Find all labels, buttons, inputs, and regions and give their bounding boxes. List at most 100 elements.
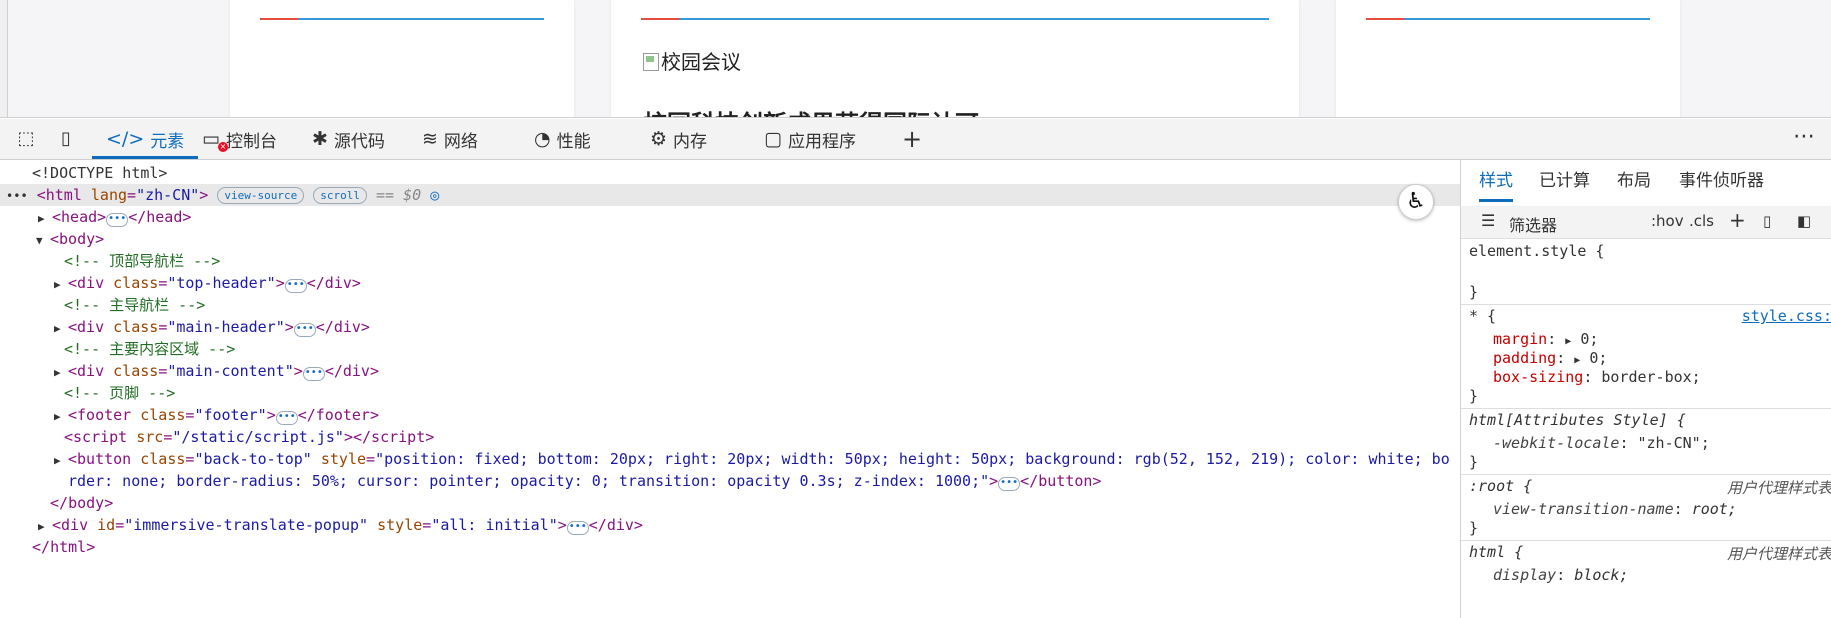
collapse-triangle-icon[interactable]: ▼ [36,230,50,252]
attr-value: "position: fixed; bottom: 20px; right: 2… [375,450,1450,468]
body-node[interactable]: ▼ <body> [36,228,104,250]
tab-network[interactable]: ≋ 网络 [422,119,478,159]
back-to-top-node-cont[interactable]: rder: none; border-radius: 50%; cursor: … [68,470,1101,492]
html-ua-rule[interactable]: html { 用户代理样式表 display: block; [1461,541,1831,587]
attr-name: lang [90,186,128,204]
main-content-node[interactable]: ▶ <div class="main-content"> ••• </div> [54,360,379,382]
top-header-node[interactable]: ▶ <div class="top-header"> ••• </div> [54,272,361,294]
head-node[interactable]: ▶ <head> ••• </head> [38,206,191,228]
styles-filter-bar: ☰ 筛选器 :hov .cls + ▯ ◧ [1461,206,1831,239]
filter-input[interactable]: 筛选器 [1509,212,1557,236]
expand-triangle-icon[interactable]: ▶ [54,406,68,428]
hover-state-toggle[interactable]: :hov [1651,212,1684,230]
rule-selector: element.style { [1469,242,1605,260]
collapsed-dots[interactable]: ••• [293,323,316,337]
element-style-rule[interactable]: element.style { } [1461,240,1831,305]
expand-triangle-icon[interactable]: ▶ [38,208,52,230]
copilot-icon[interactable]: ◎ [430,186,439,204]
comment-node[interactable]: <!-- 主导航栏 --> [64,294,205,316]
collapsed-dots[interactable]: ••• [106,213,129,227]
tab-layout[interactable]: 布局 [1617,160,1651,202]
wifi-icon: ≋ [422,128,438,150]
property-value: root; [1691,500,1737,518]
expand-triangle-icon[interactable]: ▶ [1574,355,1580,366]
chip-icon: ⚙ [650,128,668,150]
margin-declaration[interactable]: margin: ▶ 0; [1469,330,1831,349]
class-toggle[interactable]: .cls [1689,212,1714,230]
node-menu-icon[interactable]: ••• [0,189,28,203]
root-rule[interactable]: :root { 用户代理样式表 view-transition-name: ro… [1461,475,1831,541]
collapsed-dots[interactable]: ••• [998,477,1021,491]
tab-memory[interactable]: ⚙ 内存 [650,119,707,159]
gauge-icon: ◔ [534,128,551,150]
news-card-center: 校园会议 校园科技创新成果获得国际认可 [611,0,1299,118]
box-sizing-declaration[interactable]: box-sizing: border-box; [1469,368,1831,387]
tag-name: html [45,186,82,204]
view-transition-declaration[interactable]: view-transition-name: root; [1469,500,1831,519]
translate-popup-node[interactable]: ▶ <div id="immersive-translate-popup" sty… [38,514,643,536]
viewport-divider [0,117,1831,118]
attr-value: rder: none; border-radius: 50%; cursor: … [68,472,990,490]
display-declaration[interactable]: display: block; [1469,566,1831,585]
article-title[interactable]: 校园科技创新成果获得国际认可 [643,104,979,118]
html-attributes-rule[interactable]: html[Attributes Style] { -webkit-locale:… [1461,409,1831,475]
expand-triangle-icon[interactable]: ▶ [38,516,52,538]
html-node[interactable]: ••• <html lang="zh-CN"> view-source scro… [0,184,1460,206]
inspect-element-icon[interactable]: ⬚ [14,127,38,151]
collapsed-dots[interactable]: ••• [275,411,298,425]
html-open-tag: <html [36,186,82,204]
elements-tree: <!DOCTYPE html> ••• <html lang="zh-CN"> … [0,160,1460,618]
comment-node[interactable]: <!-- 页脚 --> [64,382,175,404]
expand-triangle-icon[interactable]: ▶ [54,318,68,340]
tag-name: html [50,538,87,556]
broken-image-icon [643,53,659,71]
footer-node[interactable]: ▶ <footer class="footer"> ••• </footer> [54,404,379,426]
body-close-tag[interactable]: </body> [50,492,113,514]
expand-triangle-icon[interactable]: ▶ [54,450,68,472]
paint-brush-icon[interactable]: ▯ [1763,212,1771,230]
bug-icon: ✱ [312,128,328,150]
scroll-badge[interactable]: scroll [313,187,367,204]
tab-computed[interactable]: 已计算 [1539,160,1590,202]
tab-application[interactable]: ▢ 应用程序 [764,119,856,159]
comment-node[interactable]: <!-- 主要内容区域 --> [64,338,235,360]
tab-performance[interactable]: ◔ 性能 [534,119,591,159]
expand-triangle-icon[interactable]: ▶ [54,362,68,384]
main-header-node[interactable]: ▶ <div class="main-header"> ••• </div> [54,316,370,338]
comment-text: <!-- 主导航栏 --> [64,296,206,314]
collapsed-dots[interactable]: ••• [302,367,325,381]
broken-image[interactable]: 校园会议 [643,46,741,75]
attr-value: "footer" [194,406,267,424]
property-value: "zh-CN"; [1637,434,1710,452]
stylesheet-link[interactable]: style.css: [1742,307,1831,325]
doctype-node[interactable]: <!DOCTYPE html> [32,162,167,184]
tab-console[interactable]: ▭ × 控制台 [202,119,277,159]
add-tab-button[interactable]: + [902,119,922,159]
accessibility-icon[interactable]: ♿ [1398,184,1434,220]
universal-rule[interactable]: * { style.css: margin: ▶ 0; padding: ▶ 0… [1461,305,1831,409]
padding-declaration[interactable]: padding: ▶ 0; [1469,349,1831,368]
code-icon: </> [106,128,145,150]
sidebar-toggle-icon[interactable]: ◧ [1797,212,1811,230]
view-source-badge[interactable]: view-source [217,187,305,204]
html-close-tag[interactable]: </html> [32,536,95,558]
expand-triangle-icon[interactable]: ▶ [1565,336,1571,347]
collapsed-dots[interactable]: ••• [566,521,589,535]
collapsed-dots[interactable]: ••• [284,279,307,293]
script-node[interactable]: <script src="/static/script.js"></script… [64,426,434,448]
card-header-line [641,18,1269,20]
tab-event-listeners[interactable]: 事件侦听器 [1679,160,1764,202]
device-emulation-icon[interactable]: ▯ [54,127,78,151]
new-rule-icon[interactable]: + [1729,208,1746,232]
styles-tabbar: 样式 已计算 布局 事件侦听器 [1461,160,1831,202]
tab-sources[interactable]: ✱ 源代码 [312,119,385,159]
expand-triangle-icon[interactable]: ▶ [54,274,68,296]
style-rules: element.style { } * { style.css: margin:… [1461,240,1831,587]
comment-node[interactable]: <!-- 顶部导航栏 --> [64,250,220,272]
locale-declaration[interactable]: -webkit-locale: "zh-CN"; [1469,434,1831,453]
tab-styles[interactable]: 样式 [1479,160,1513,202]
tab-elements[interactable]: </> 元素 [92,119,199,159]
attr-value: "immersive-translate-popup" [124,516,369,534]
back-to-top-node[interactable]: ▶ <button class="back-to-top" style="posi… [54,448,1450,470]
more-options-button[interactable]: ⋯ [1793,119,1815,159]
